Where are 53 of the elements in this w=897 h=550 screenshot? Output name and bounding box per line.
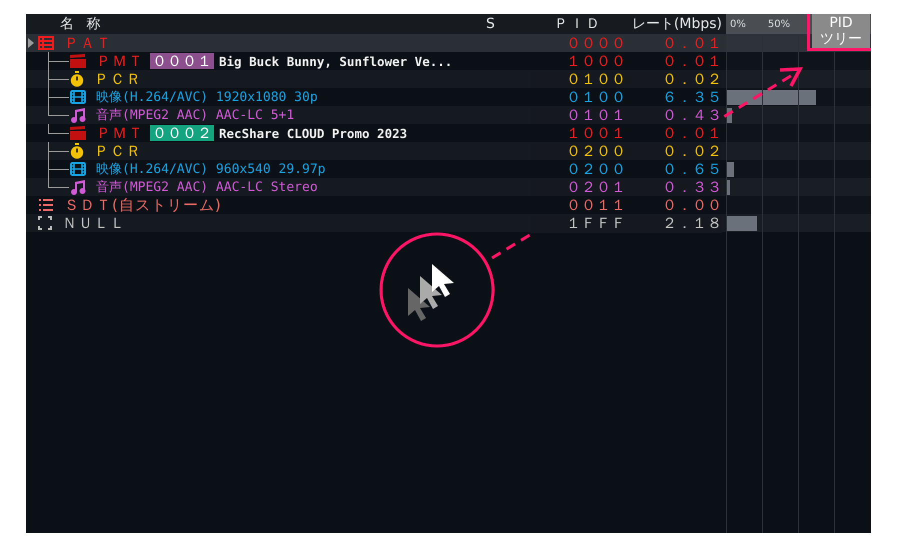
- rate-value: ０．０２: [626, 142, 722, 160]
- rate-value: ２．１８: [626, 214, 722, 232]
- stream-label: 映像(H.264/AVC) 1920x1080 30p: [96, 89, 318, 106]
- stream-label: ＰＭＴ: [96, 52, 144, 70]
- highlight-frame: [807, 14, 871, 51]
- film-icon: [70, 162, 86, 176]
- list-icon: [38, 198, 54, 212]
- rate-value: ０．６５: [626, 160, 722, 178]
- stream-label: ＰＣＲ: [94, 70, 142, 88]
- stream-label: 映像(H.264/AVC) 960x540 29.97p: [96, 161, 326, 178]
- stream-row[interactable]: ＰＭＴ ０００１ Big Buck Bunny, Sunflower Ve... １０００ ０．０１: [26, 52, 871, 70]
- stream-label: 音声(MPEG2 AAC) AAC-LC Stereo: [96, 179, 318, 196]
- scale-label: 50%: [768, 18, 790, 30]
- stream-row[interactable]: ＳＤＴ(自ストリーム) ００１１ ０．００: [26, 196, 871, 214]
- stream-label: ＰＭＴ: [96, 124, 144, 142]
- pid-value: ０２０１: [530, 178, 626, 196]
- stream-label: ＰＡＴ: [64, 34, 112, 52]
- rate-value: ０．４３: [626, 106, 722, 124]
- stream-label: ＳＤＴ(自ストリーム): [64, 196, 222, 214]
- stream-row[interactable]: 映像(H.264/AVC) 1920x1080 30p ０１００ ６．３５: [26, 88, 871, 106]
- column-header[interactable]: 名 称: [26, 15, 486, 33]
- program-number: ０００２: [150, 125, 214, 141]
- pid-value: １ＦＦＦ: [530, 214, 626, 232]
- pid-value: ０２００: [530, 160, 626, 178]
- stream-row[interactable]: ＮＵＬＬ １ＦＦＦ ２．１８: [26, 214, 871, 232]
- pid-value: ００１１: [530, 196, 626, 214]
- clapperboard-icon: [70, 54, 86, 68]
- music-note-icon: [70, 107, 86, 123]
- stream-label: ＮＵＬＬ: [62, 214, 126, 232]
- program-title: Big Buck Bunny, Sunflower Ve...: [219, 54, 452, 68]
- rate-value: ０．０１: [626, 124, 722, 142]
- table-icon: [38, 36, 54, 50]
- stopwatch-icon: [70, 71, 84, 87]
- expander-icon[interactable]: [28, 38, 34, 48]
- stream-row[interactable]: ＰＣＲ ０２００ ０．０２: [26, 142, 871, 160]
- program-number: ０００１: [150, 53, 214, 69]
- program-title: RecShare CLOUD Promo 2023: [219, 126, 408, 140]
- column-header[interactable]: S: [486, 16, 530, 32]
- stream-label: ＰＣＲ: [94, 142, 142, 160]
- film-icon: [70, 90, 86, 104]
- music-note-icon: [70, 179, 86, 195]
- cursor-trail-drawing: [408, 264, 454, 321]
- stream-row[interactable]: 映像(H.264/AVC) 960x540 29.97p ０２００ ０．６５: [26, 160, 871, 178]
- scale-label: 0%: [730, 18, 746, 30]
- stream-row[interactable]: ＰＭＴ ０００２ RecShare CLOUD Promo 2023 １００１ ０．０１: [26, 124, 871, 142]
- stopwatch-icon: [70, 143, 84, 159]
- stream-row[interactable]: ＰＣＲ ０１００ ０．０２: [26, 70, 871, 88]
- column-header[interactable]: ＰＩＤ: [530, 15, 626, 33]
- clapperboard-icon: [70, 126, 86, 140]
- stream-row[interactable]: 音声(MPEG2 AAC) AAC-LC Stereo ０２０１ ０．３３: [26, 178, 871, 196]
- column-header[interactable]: レート(Mbps): [626, 15, 722, 33]
- stream-label: 音声(MPEG2 AAC) AAC-LC 5+1: [96, 107, 294, 124]
- stream-row[interactable]: 音声(MPEG2 AAC) AAC-LC 5+1 ０１０１ ０．４３: [26, 106, 871, 124]
